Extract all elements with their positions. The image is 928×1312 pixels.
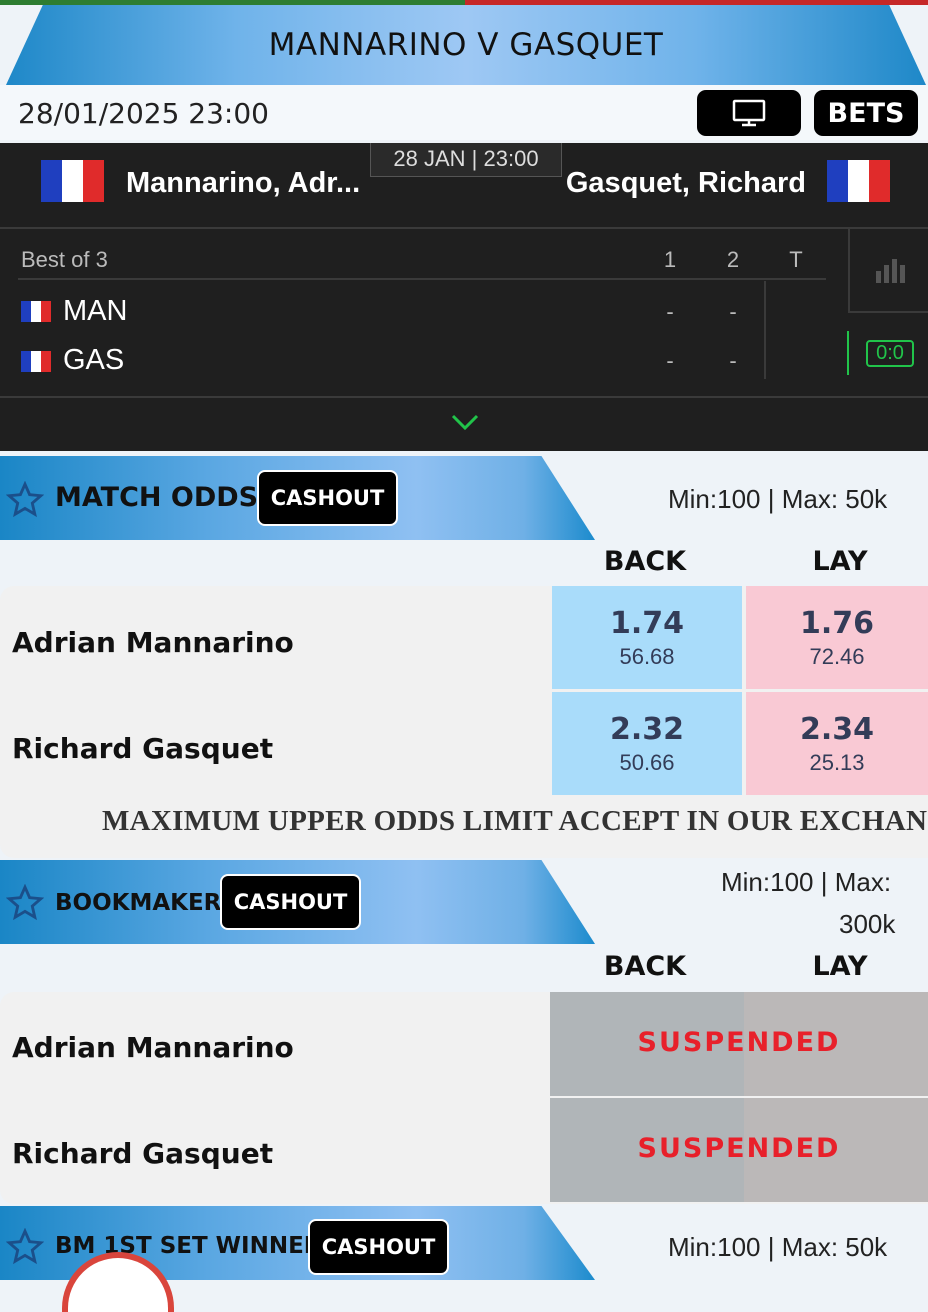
top-color-stripe xyxy=(0,0,928,5)
star-icon[interactable] xyxy=(6,481,44,519)
match-title-banner: MANNARINO V GASQUET xyxy=(6,5,926,85)
odds-price: 1.74 xyxy=(609,606,685,641)
tv-icon xyxy=(732,99,766,127)
section-title: MATCH ODDS xyxy=(55,482,259,513)
divider xyxy=(764,281,766,379)
suspended-overlay: SUSPENDED xyxy=(550,1098,928,1202)
bets-button[interactable]: BETS xyxy=(814,90,918,136)
cashout-button[interactable]: CASHOUT xyxy=(308,1219,449,1275)
divider xyxy=(18,278,826,280)
back-column-header: BACK xyxy=(603,546,687,577)
france-flag-icon xyxy=(21,301,51,322)
away-set-2: - xyxy=(729,348,737,373)
bookmaker-header: BOOKMAKER CASHOUT Min:100 | Max: 300k xyxy=(0,860,928,944)
away-player-name: Gasquet, Richard xyxy=(565,167,806,199)
away-set-1: - xyxy=(666,348,674,373)
runner-name: Adrian Mannarino xyxy=(12,1031,294,1064)
total-header: T xyxy=(789,247,803,272)
star-icon[interactable] xyxy=(6,884,44,922)
limits: Min:100 | Max: xyxy=(721,867,892,897)
set-1-header: 1 xyxy=(663,247,677,272)
point-score: 0:0 xyxy=(866,340,914,367)
suspended-overlay: SUSPENDED xyxy=(550,992,928,1096)
chevron-down-icon[interactable] xyxy=(450,411,480,433)
runner-name: Richard Gasquet xyxy=(12,732,274,765)
notice-marquee: MAXIMUM UPPER ODDS LIMIT ACCEPT IN OUR E… xyxy=(102,805,928,837)
match-odds-header: MATCH ODDS CASHOUT Min:100 | Max: 50k xyxy=(0,456,928,540)
odds-price: 2.34 xyxy=(799,712,875,747)
star-icon[interactable] xyxy=(6,1228,44,1266)
home-player-name: Mannarino, Adr... xyxy=(126,167,361,199)
divider xyxy=(0,227,928,229)
match-format: Best of 3 xyxy=(21,247,108,272)
odds-price: 2.32 xyxy=(609,712,685,747)
lay-column-header: LAY xyxy=(812,951,868,982)
home-set-2: - xyxy=(729,299,737,324)
match-title: MANNARINO V GASQUET xyxy=(268,27,664,63)
limits: Min:100 | Max: 50k xyxy=(668,1232,888,1262)
section-title: BOOKMAKER xyxy=(55,890,222,916)
lay-odds-cell[interactable]: 1.76 72.46 xyxy=(746,586,928,689)
home-abbr: MAN xyxy=(63,295,128,327)
cashout-button[interactable]: CASHOUT xyxy=(257,470,398,526)
lay-column-header: LAY xyxy=(812,546,868,577)
runner-name: Adrian Mannarino xyxy=(12,626,294,659)
france-flag-icon xyxy=(41,160,104,202)
cashout-button[interactable]: CASHOUT xyxy=(220,874,361,930)
back-column-header: BACK xyxy=(603,951,687,982)
date-bar: 28/01/2025 23:00 BETS xyxy=(0,85,928,140)
limits: Min:100 | Max: 50k xyxy=(668,484,888,514)
odds-price: 1.76 xyxy=(799,606,875,641)
live-tv-button[interactable] xyxy=(697,90,801,136)
lay-odds-cell[interactable]: 2.34 25.13 xyxy=(746,692,928,795)
back-odds-cell[interactable]: 1.74 56.68 xyxy=(552,586,742,689)
stats-box[interactable] xyxy=(848,229,928,313)
date-pill: 28 JAN | 23:00 xyxy=(370,143,562,177)
section-title: BM 1ST SET WINNER xyxy=(55,1233,322,1259)
live-indicator xyxy=(847,331,849,375)
odds-size: 72.46 xyxy=(809,644,865,669)
france-flag-icon xyxy=(21,351,51,372)
odds-size: 50.66 xyxy=(619,750,675,775)
france-flag-icon xyxy=(827,160,890,202)
suspended-label: SUSPENDED xyxy=(637,1027,841,1058)
odds-size: 25.13 xyxy=(809,750,865,775)
limits-max: 300k xyxy=(839,909,896,939)
odds-size: 56.68 xyxy=(619,644,675,669)
back-odds-cell[interactable]: 2.32 50.66 xyxy=(552,692,742,795)
runner-name: Richard Gasquet xyxy=(12,1137,274,1170)
divider xyxy=(0,396,928,398)
home-set-1: - xyxy=(666,299,674,324)
match-datetime: 28/01/2025 23:00 xyxy=(18,97,269,130)
set-2-header: 2 xyxy=(726,247,740,272)
suspended-label: SUSPENDED xyxy=(637,1133,841,1164)
bookmaker-market: Adrian Mannarino SUSPENDED Richard Gasqu… xyxy=(0,992,928,1204)
scoreboard: Mannarino, Adr... 28 JAN | 23:00 Gasquet… xyxy=(0,143,928,451)
away-abbr: GAS xyxy=(63,344,125,376)
bar-chart-icon xyxy=(876,259,905,283)
